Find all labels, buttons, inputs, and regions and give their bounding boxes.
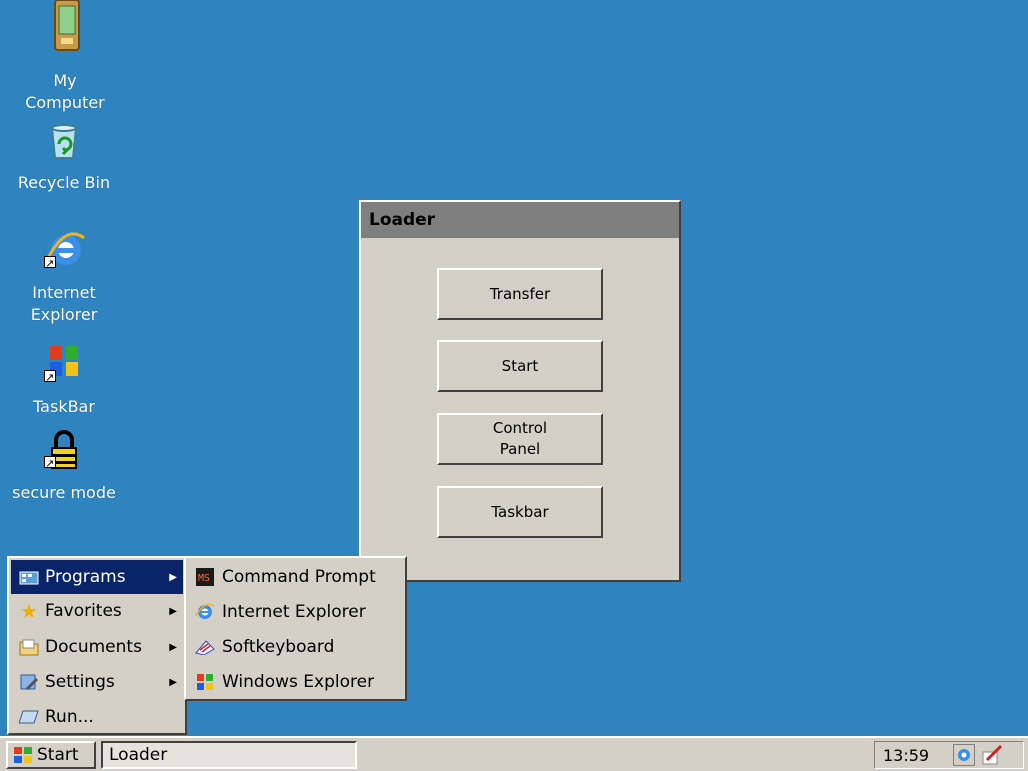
program-item-label: Command Prompt: [222, 567, 376, 587]
star-icon: ★: [20, 599, 38, 623]
program-item-internet-explorer[interactable]: Internet Explorer: [188, 595, 403, 629]
programs-folder-icon: [19, 568, 39, 586]
pen-input-icon[interactable]: [981, 744, 1003, 766]
program-item-softkeyboard[interactable]: Softkeyboard: [188, 630, 403, 664]
windows-flag-icon: [12, 745, 34, 765]
run-icon: [19, 708, 39, 726]
desktop-icon-taskbar[interactable]: TaskBar: [9, 342, 119, 418]
control-panel-button[interactable]: Control Panel: [437, 413, 603, 465]
start-menu-item-label: Favorites: [45, 601, 122, 621]
program-item-windows-explorer[interactable]: Windows Explorer: [188, 665, 403, 699]
program-item-label: Softkeyboard: [222, 637, 335, 657]
start-menu-button[interactable]: Start: [6, 741, 96, 769]
start-menu-item-label: Settings: [45, 672, 115, 692]
program-item-label: Internet Explorer: [222, 602, 366, 622]
start-menu-item-label: Run...: [45, 707, 94, 727]
taskbar-button[interactable]: Taskbar: [437, 486, 603, 538]
taskbar: Start Loader 13:59: [0, 736, 1028, 771]
shortcut-arrow-icon: [44, 367, 56, 389]
documents-folder-icon: [19, 638, 39, 656]
system-tray: 13:59: [874, 741, 1024, 769]
svg-text:MS: MS: [198, 573, 210, 584]
submenu-arrow-icon: ▶: [169, 676, 177, 688]
loader-window: Loader Transfer Start Control Panel Task…: [359, 200, 681, 582]
start-button[interactable]: Start: [437, 340, 603, 392]
start-menu-item-favorites[interactable]: ★ Favorites ▶: [11, 594, 183, 628]
start-menu-item-programs[interactable]: Programs ▶: [11, 560, 183, 594]
start-label: Start: [37, 745, 79, 765]
taskbar-loader-button[interactable]: Loader: [101, 741, 357, 769]
desktop-icon-secure-mode[interactable]: secure mode: [9, 428, 119, 504]
pda-computer-icon: [45, 0, 85, 51]
start-menu-item-run[interactable]: Run...: [11, 700, 183, 734]
window-title: Loader: [369, 210, 436, 230]
shortcut-arrow-icon: [44, 253, 56, 275]
windows-explorer-icon: [194, 672, 216, 692]
program-item-command-prompt[interactable]: MS Command Prompt: [188, 560, 403, 594]
loader-title-bar[interactable]: Loader: [361, 202, 679, 238]
start-menu-item-documents[interactable]: Documents ▶: [11, 630, 183, 664]
internet-explorer-icon: [44, 228, 85, 275]
keyboard-icon: [194, 637, 216, 657]
program-item-label: Windows Explorer: [222, 672, 375, 692]
desktop-icon-label: Recycle Bin: [17, 173, 111, 192]
internet-explorer-icon: [194, 602, 216, 622]
transfer-button[interactable]: Transfer: [437, 268, 603, 320]
desktop-icon-recycle-bin[interactable]: Recycle Bin: [9, 120, 119, 194]
desktop-icon-internet-explorer[interactable]: Internet Explorer: [9, 228, 119, 326]
desktop-icon-label: My Computer: [25, 71, 105, 112]
command-prompt-icon: MS: [194, 567, 216, 587]
desktop-icon-label: secure mode: [12, 483, 116, 502]
internet-explorer-tray-icon[interactable]: [953, 744, 975, 766]
desktop-icon-my-computer[interactable]: My Computer: [10, 0, 120, 114]
start-menu-item-label: Programs: [45, 567, 126, 587]
submenu-arrow-icon: ▶: [169, 641, 177, 653]
submenu-arrow-icon: ▶: [169, 605, 177, 617]
desktop-icon-label: TaskBar: [33, 397, 95, 416]
start-menu-item-label: Documents: [45, 637, 142, 657]
shortcut-arrow-icon: [44, 453, 56, 475]
windows-flag-icon: [44, 342, 84, 389]
clock[interactable]: 13:59: [875, 746, 947, 765]
start-menu-item-settings[interactable]: Settings ▶: [11, 665, 183, 699]
recycle-bin-icon: [44, 120, 84, 160]
padlock-icon: [44, 428, 84, 475]
programs-submenu: MS Command Prompt Internet Explorer Soft…: [184, 556, 407, 701]
settings-icon: [19, 673, 39, 691]
desktop-icon-label: Internet Explorer: [30, 283, 98, 324]
start-menu: Programs ▶ ★ Favorites ▶ Documents ▶ Set…: [7, 556, 187, 735]
submenu-arrow-icon: ▶: [169, 571, 177, 583]
